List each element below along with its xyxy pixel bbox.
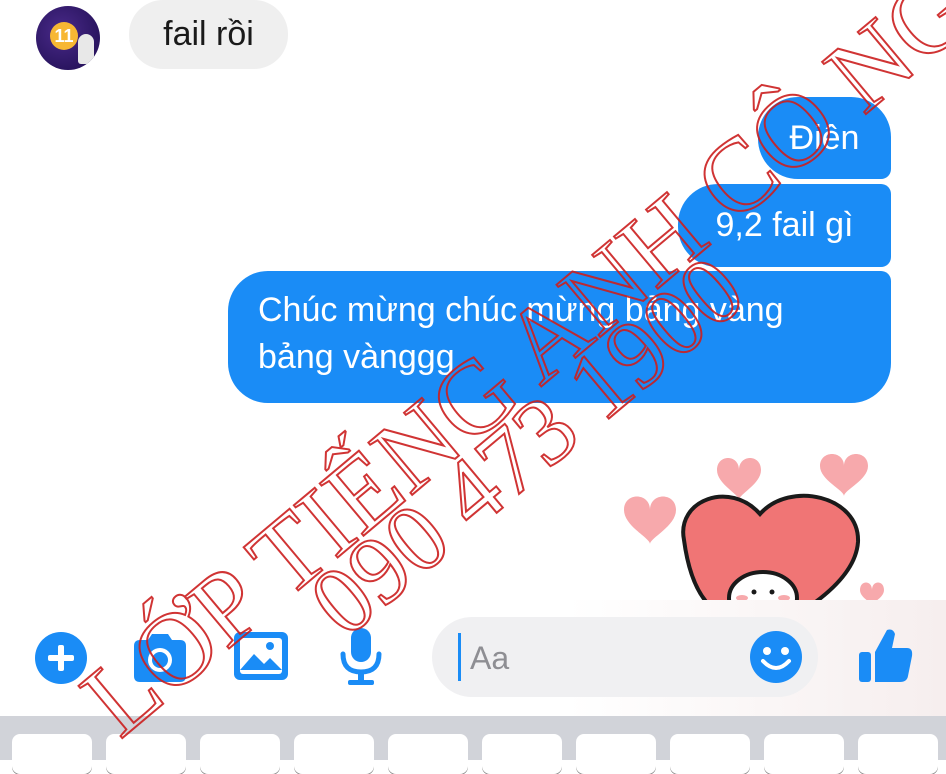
message-text: fail rồi — [163, 15, 254, 53]
emoji-icon[interactable] — [748, 629, 804, 685]
avatar[interactable]: 11 — [36, 6, 100, 70]
keyboard-key[interactable] — [294, 734, 374, 774]
keyboard-key[interactable] — [858, 734, 938, 774]
avatar-badge: 11 — [50, 22, 78, 50]
keyboard-key[interactable] — [388, 734, 468, 774]
avatar-person-figure — [78, 34, 94, 64]
small-heart-icon — [820, 454, 868, 496]
keyboard-key[interactable] — [764, 734, 844, 774]
keyboard — [0, 716, 946, 774]
message-text: Điên — [789, 118, 860, 157]
small-heart-icon — [717, 458, 761, 500]
camera-icon[interactable] — [130, 630, 190, 686]
image-icon[interactable] — [232, 630, 290, 682]
keyboard-key[interactable] — [200, 734, 280, 774]
message-text: 9,2 fail gì — [715, 206, 854, 244]
thumbs-up-icon[interactable] — [855, 624, 917, 686]
outgoing-message-bubble[interactable]: Chúc mừng chúc mừng bảng vàng bảng vàngg… — [228, 271, 891, 403]
message-input[interactable] — [468, 631, 762, 685]
keyboard-key[interactable] — [670, 734, 750, 774]
keyboard-key[interactable] — [12, 734, 92, 774]
small-heart-icon — [860, 582, 884, 600]
small-heart-icon — [624, 496, 676, 544]
message-composer[interactable] — [432, 617, 818, 697]
outgoing-message-bubble[interactable]: 9,2 fail gì — [678, 184, 891, 267]
microphone-icon[interactable] — [338, 626, 384, 688]
chat-thread: 11 fail rồi Điên 9,2 fail gì Chúc mừng c… — [0, 0, 946, 600]
keyboard-key[interactable] — [482, 734, 562, 774]
text-caret — [458, 633, 461, 681]
outgoing-message-bubble[interactable]: Điên — [758, 97, 891, 179]
message-text: Chúc mừng chúc mừng bảng vàng bảng vàngg… — [258, 291, 784, 376]
keyboard-key[interactable] — [576, 734, 656, 774]
heart-sticker[interactable] — [620, 430, 946, 600]
plus-icon[interactable] — [34, 631, 88, 685]
keyboard-key[interactable] — [106, 734, 186, 774]
incoming-message-bubble[interactable]: fail rồi — [129, 0, 288, 69]
